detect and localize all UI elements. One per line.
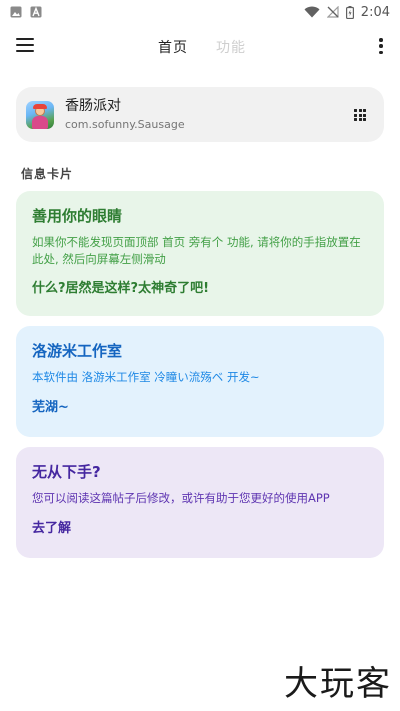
info-card-help: 无从下手? 您可以阅读这篇帖子后修改，或许有助于您更好的使用APP 去了解 xyxy=(16,447,384,558)
status-right: 2:04 xyxy=(304,5,390,20)
card-link[interactable]: 什么?居然是这样?太神奇了吧! xyxy=(32,280,368,298)
app-name: 香肠派对 xyxy=(65,98,121,114)
card-link[interactable]: 去了解 xyxy=(32,520,368,538)
info-card-studio: 洛游米工作室 本软件由 洛游米工作室 冷瞳い流殇ベ 开发~ 芜湖~ xyxy=(16,326,384,437)
image-icon xyxy=(10,6,22,18)
card-body: 本软件由 洛游米工作室 冷瞳い流殇ベ 开发~ xyxy=(32,370,260,384)
font-icon xyxy=(30,6,42,18)
card-title: 洛游米工作室 xyxy=(32,342,123,360)
tab-bar: 首页 功能 xyxy=(158,37,246,57)
app-selector-card[interactable]: 香肠派对 com.sofunny.Sausage xyxy=(16,87,384,142)
tab-home[interactable]: 首页 xyxy=(158,37,188,57)
card-body: 您可以阅读这篇帖子后修改，或许有助于您更好的使用APP xyxy=(32,491,330,505)
watermark: 大玩客 xyxy=(284,664,392,704)
section-title: 信息卡片 xyxy=(21,167,74,181)
card-title: 善用你的眼睛 xyxy=(32,207,123,225)
app-info: 香肠派对 com.sofunny.Sausage xyxy=(65,97,185,132)
more-vert-icon[interactable] xyxy=(378,38,384,54)
battery-icon xyxy=(345,5,354,19)
app-grid-icon[interactable] xyxy=(354,109,366,121)
tab-features[interactable]: 功能 xyxy=(216,37,246,57)
clock: 2:04 xyxy=(360,4,390,20)
app-icon xyxy=(26,100,54,129)
top-app-bar: 首页 功能 xyxy=(0,24,400,70)
card-link[interactable]: 芜湖~ xyxy=(32,399,368,417)
card-body: 如果你不能发现页面顶部 首页 旁有个 功能, 请将你的手指放置在此处, 然后向屏… xyxy=(32,235,361,266)
info-card-tips: 善用你的眼睛 如果你不能发现页面顶部 首页 旁有个 功能, 请将你的手指放置在此… xyxy=(16,191,384,316)
wifi-icon xyxy=(304,6,320,18)
screen: 2:04 首页 功能 香肠派对 com.sofunny.Sausage 信息卡片… xyxy=(0,0,400,711)
no-signal-icon xyxy=(326,6,339,18)
status-bar: 2:04 xyxy=(0,0,400,24)
app-package: com.sofunny.Sausage xyxy=(65,118,185,131)
card-title: 无从下手? xyxy=(32,463,101,481)
status-left xyxy=(10,6,42,18)
menu-icon[interactable] xyxy=(16,38,34,52)
